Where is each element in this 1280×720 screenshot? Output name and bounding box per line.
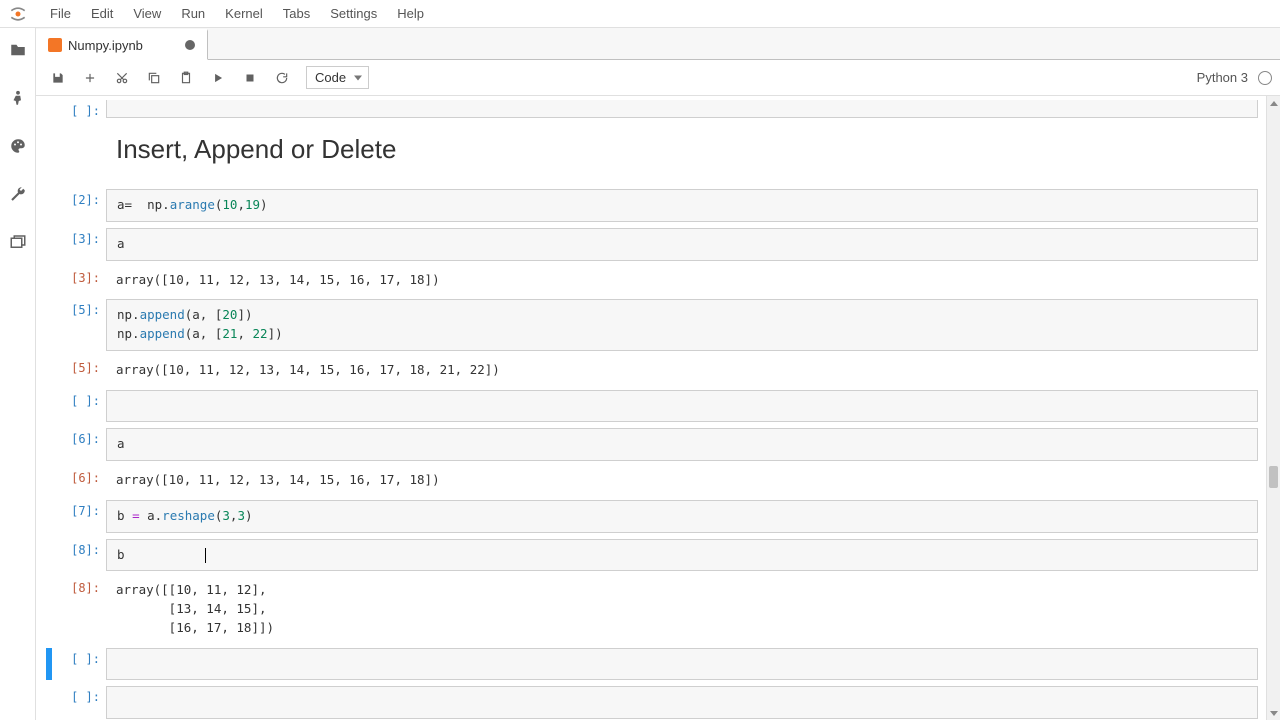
cell-prompt: [8]: — [56, 539, 106, 572]
cell-prompt: [2]: — [56, 189, 106, 222]
code-input[interactable]: a — [106, 228, 1258, 261]
notebook-toolbar: Code Python 3 — [36, 60, 1280, 96]
menu-run[interactable]: Run — [171, 2, 215, 25]
scroll-down-arrow[interactable] — [1267, 706, 1280, 720]
main-panel: Numpy.ipynb Code Python 3 [ ]: — [36, 28, 1280, 720]
menu-help[interactable]: Help — [387, 2, 434, 25]
cell-type-select[interactable]: Code — [306, 66, 369, 89]
menu-file[interactable]: File — [40, 2, 81, 25]
cell-prompt: [6]: — [56, 428, 106, 461]
cell-prompt: [ ]: — [56, 100, 106, 118]
output-prompt: [5]: — [56, 357, 106, 384]
code-cell[interactable]: [2]: a= np.arange(10,19) — [46, 189, 1258, 222]
code-cell[interactable]: [ ]: — [46, 648, 1258, 681]
output-prompt: [6]: — [56, 467, 106, 494]
code-input[interactable]: np.append(a, [20]) np.append(a, [21, 22]… — [106, 299, 1258, 351]
cell-prompt: [ ]: — [56, 390, 106, 423]
output-prompt: [8]: — [56, 577, 106, 641]
insert-cell-button[interactable] — [76, 64, 104, 92]
code-input[interactable]: a= np.arange(10,19) — [106, 189, 1258, 222]
kernel-name[interactable]: Python 3 — [1197, 70, 1248, 85]
code-cell[interactable]: [5]: np.append(a, [20]) np.append(a, [21… — [46, 299, 1258, 351]
menu-tabs[interactable]: Tabs — [273, 2, 320, 25]
left-sidebar — [0, 28, 36, 720]
cell-output: [6]: array([10, 11, 12, 13, 14, 15, 16, … — [46, 467, 1258, 494]
stop-button[interactable] — [236, 64, 264, 92]
tabs-icon[interactable] — [8, 232, 28, 252]
tab-unsaved-indicator — [185, 40, 195, 50]
cell-prompt: [3]: — [56, 228, 106, 261]
paste-button[interactable] — [172, 64, 200, 92]
section-heading: Insert, Append or Delete — [116, 134, 1248, 165]
folder-icon[interactable] — [8, 40, 28, 60]
code-cell[interactable]: [3]: a — [46, 228, 1258, 261]
notebook-icon — [48, 38, 62, 52]
output-prompt: [3]: — [56, 267, 106, 294]
cell-prompt: [ ]: — [56, 686, 106, 719]
cut-button[interactable] — [108, 64, 136, 92]
menu-kernel[interactable]: Kernel — [215, 2, 273, 25]
code-input[interactable] — [106, 648, 1258, 681]
jupyter-logo — [8, 4, 28, 24]
scrollbar-thumb[interactable] — [1269, 466, 1278, 488]
code-input[interactable]: b — [106, 539, 1258, 572]
scroll-up-arrow[interactable] — [1267, 96, 1280, 110]
notebook-scroll-area[interactable]: [ ]: Insert, Append or Delete [2]: a= np… — [36, 96, 1280, 720]
code-cell[interactable]: [8]: b — [46, 539, 1258, 572]
code-input[interactable] — [106, 390, 1258, 423]
code-cell[interactable]: [ ]: — [46, 686, 1258, 719]
code-input[interactable]: b = a.reshape(3,3) — [106, 500, 1258, 533]
save-button[interactable] — [44, 64, 72, 92]
code-cell[interactable]: [7]: b = a.reshape(3,3) — [46, 500, 1258, 533]
running-icon[interactable] — [8, 88, 28, 108]
code-cell[interactable]: [ ]: — [46, 100, 1258, 118]
menu-bar: File Edit View Run Kernel Tabs Settings … — [0, 0, 1280, 28]
run-button[interactable] — [204, 64, 232, 92]
copy-button[interactable] — [140, 64, 168, 92]
cell-output: [5]: array([10, 11, 12, 13, 14, 15, 16, … — [46, 357, 1258, 384]
palette-icon[interactable] — [8, 136, 28, 156]
cell-prompt: [ ]: — [56, 648, 106, 681]
restart-button[interactable] — [268, 64, 296, 92]
menu-edit[interactable]: Edit — [81, 2, 123, 25]
text-cursor — [205, 548, 206, 563]
kernel-status-indicator — [1258, 71, 1272, 85]
document-tab-bar: Numpy.ipynb — [36, 28, 1280, 60]
code-input[interactable] — [106, 686, 1258, 719]
tab-label: Numpy.ipynb — [68, 38, 143, 53]
tab-numpy-ipynb[interactable]: Numpy.ipynb — [36, 29, 208, 60]
code-cell[interactable]: [6]: a — [46, 428, 1258, 461]
markdown-cell[interactable]: Insert, Append or Delete — [46, 124, 1258, 183]
cell-output: [8]: array([[10, 11, 12], [13, 14, 15], … — [46, 577, 1258, 641]
cell-output: [3]: array([10, 11, 12, 13, 14, 15, 16, … — [46, 267, 1258, 294]
code-input[interactable]: a — [106, 428, 1258, 461]
menu-settings[interactable]: Settings — [320, 2, 387, 25]
wrench-icon[interactable] — [8, 184, 28, 204]
code-cell[interactable]: [ ]: — [46, 390, 1258, 423]
cell-prompt: [5]: — [56, 299, 106, 351]
cell-prompt: [7]: — [56, 500, 106, 533]
menu-view[interactable]: View — [123, 2, 171, 25]
vertical-scrollbar[interactable] — [1266, 96, 1280, 720]
